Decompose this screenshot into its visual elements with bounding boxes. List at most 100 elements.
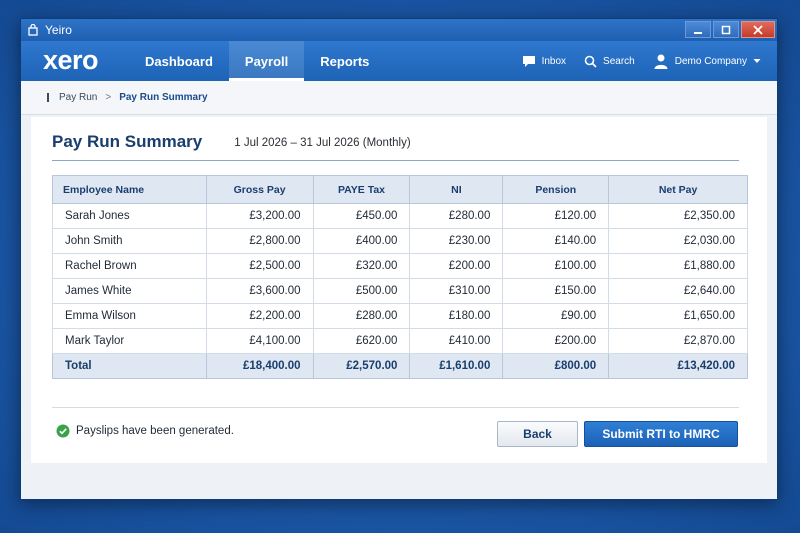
search-icon xyxy=(584,55,597,68)
app-icon xyxy=(27,24,39,36)
pension-cell: £200.00 xyxy=(502,328,610,354)
ni-cell: £410.00 xyxy=(409,328,504,354)
pension-cell: £100.00 xyxy=(502,253,610,279)
column-header-pension[interactable]: Pension xyxy=(502,175,610,204)
app-window: Yeiro xero Dashboard Payroll Reports Inb… xyxy=(20,18,778,500)
chevron-down-icon xyxy=(753,59,761,63)
ni-cell: £200.00 xyxy=(409,253,504,279)
net-pay-cell: £2,350.00 xyxy=(608,203,748,229)
gross-pay-cell: £4,100.00 xyxy=(205,328,314,354)
gross-pay-cell: £2,800.00 xyxy=(205,228,314,254)
table-row[interactable]: Rachel Brown £2,500.00 £320.00 £200.00 £… xyxy=(52,253,748,279)
check-circle-icon xyxy=(56,424,70,438)
pension-cell: £140.00 xyxy=(502,228,610,254)
net-pay-cell: £2,870.00 xyxy=(608,328,748,354)
pension-cell: £90.00 xyxy=(502,303,610,329)
window-controls xyxy=(683,21,775,38)
breadcrumb: Pay Run > Pay Run Summary xyxy=(21,81,777,115)
status-text: Payslips have been generated. xyxy=(76,425,234,437)
breadcrumb-marker-icon xyxy=(47,93,49,102)
gross-pay-cell: £3,200.00 xyxy=(205,203,314,229)
pay-run-table: Employee Name Gross Pay PAYE Tax NI Pens… xyxy=(52,175,748,379)
paye-tax-cell: £400.00 xyxy=(312,228,411,254)
table-row[interactable]: Emma Wilson £2,200.00 £280.00 £180.00 £9… xyxy=(52,303,748,329)
net-pay-cell: £2,030.00 xyxy=(608,228,748,254)
pension-cell: £150.00 xyxy=(502,278,610,304)
employee-name: Sarah Jones xyxy=(52,203,207,229)
org-menu[interactable]: Demo Company xyxy=(653,53,767,69)
breadcrumb-current: Pay Run Summary xyxy=(119,92,208,103)
paye-tax-cell: £500.00 xyxy=(312,278,411,304)
tab-reports[interactable]: Reports xyxy=(304,41,385,81)
paye-tax-cell: £450.00 xyxy=(312,203,411,229)
xero-logo[interactable]: xero xyxy=(43,45,123,76)
ni-cell: £310.00 xyxy=(409,278,504,304)
table-row[interactable]: Sarah Jones £3,200.00 £450.00 £280.00 £1… xyxy=(52,203,748,229)
tab-dashboard[interactable]: Dashboard xyxy=(129,41,229,81)
total-ni: £1,610.00 xyxy=(409,353,504,379)
employee-name: John Smith xyxy=(52,228,207,254)
org-name: Demo Company xyxy=(674,55,747,67)
employee-name: Rachel Brown xyxy=(52,253,207,279)
window-title: Yeiro xyxy=(45,23,72,37)
status-message: Payslips have been generated. xyxy=(56,424,234,438)
net-pay-cell: £1,880.00 xyxy=(608,253,748,279)
gross-pay-cell: £2,200.00 xyxy=(205,303,314,329)
nav-actions: Inbox Search Demo Company xyxy=(504,41,777,81)
paye-tax-cell: £280.00 xyxy=(312,303,411,329)
inbox-label: Inbox xyxy=(541,55,567,67)
minimize-icon xyxy=(694,31,702,34)
page-header: Pay Run Summary 1 Jul 2026 – 31 Jul 2026… xyxy=(52,132,739,161)
column-header-net-pay[interactable]: Net Pay xyxy=(608,175,748,204)
search-label: Search xyxy=(603,55,635,67)
search-button[interactable]: Search xyxy=(584,55,635,68)
maximize-icon xyxy=(721,25,731,34)
back-button[interactable]: Back xyxy=(497,421,578,447)
total-net-pay: £13,420.00 xyxy=(608,353,748,379)
main-content: Pay Run Summary 1 Jul 2026 – 31 Jul 2026… xyxy=(31,117,767,463)
column-header-employee[interactable]: Employee Name xyxy=(52,175,207,204)
maximize-button[interactable] xyxy=(713,21,739,38)
close-button[interactable] xyxy=(741,21,775,38)
breadcrumb-separator: > xyxy=(105,92,112,103)
total-label: Total xyxy=(52,353,207,379)
inbox-button[interactable]: Inbox xyxy=(522,55,566,68)
paye-tax-cell: £620.00 xyxy=(312,328,411,354)
user-icon xyxy=(654,54,668,69)
ni-cell: £180.00 xyxy=(409,303,504,329)
page-title: Pay Run Summary xyxy=(52,132,203,151)
pension-cell: £120.00 xyxy=(502,203,610,229)
top-nav: xero Dashboard Payroll Reports Inbox Sea… xyxy=(21,41,777,81)
table-row[interactable]: James White £3,600.00 £500.00 £310.00 £1… xyxy=(52,278,748,304)
net-pay-cell: £1,650.00 xyxy=(608,303,748,329)
column-header-gross-pay[interactable]: Gross Pay xyxy=(205,175,314,204)
tab-payroll[interactable]: Payroll xyxy=(228,41,305,81)
nav-tabs: Dashboard Payroll Reports xyxy=(129,41,385,81)
gross-pay-cell: £3,600.00 xyxy=(205,278,314,304)
employee-name: Mark Taylor xyxy=(52,328,207,354)
submit-rti-button[interactable]: Submit RTI to HMRC xyxy=(584,421,738,447)
pay-period: 1 Jul 2026 – 31 Jul 2026 (Monthly) xyxy=(234,137,411,149)
gross-pay-cell: £2,500.00 xyxy=(205,253,314,279)
total-paye-tax: £2,570.00 xyxy=(312,353,411,379)
table-row[interactable]: John Smith £2,800.00 £400.00 £230.00 £14… xyxy=(52,228,748,254)
column-header-ni[interactable]: NI xyxy=(409,175,504,204)
table-row[interactable]: Mark Taylor £4,100.00 £620.00 £410.00 £2… xyxy=(52,328,748,354)
total-gross-pay: £18,400.00 xyxy=(205,353,314,379)
breadcrumb-pay-run[interactable]: Pay Run xyxy=(59,92,97,103)
footer-divider xyxy=(52,407,739,408)
table-header-row: Employee Name Gross Pay PAYE Tax NI Pens… xyxy=(52,175,748,204)
paye-tax-cell: £320.00 xyxy=(312,253,411,279)
total-pension: £800.00 xyxy=(502,353,610,379)
ni-cell: £280.00 xyxy=(409,203,504,229)
net-pay-cell: £2,640.00 xyxy=(608,278,748,304)
ni-cell: £230.00 xyxy=(409,228,504,254)
close-icon xyxy=(753,24,763,35)
employee-name: Emma Wilson xyxy=(52,303,207,329)
title-bar[interactable]: Yeiro xyxy=(21,19,777,41)
employee-name: James White xyxy=(52,278,207,304)
minimize-button[interactable] xyxy=(685,21,711,38)
total-row: Total £18,400.00 £2,570.00 £1,610.00 £80… xyxy=(52,353,748,379)
column-header-paye-tax[interactable]: PAYE Tax xyxy=(312,175,411,204)
inbox-icon xyxy=(522,55,535,67)
